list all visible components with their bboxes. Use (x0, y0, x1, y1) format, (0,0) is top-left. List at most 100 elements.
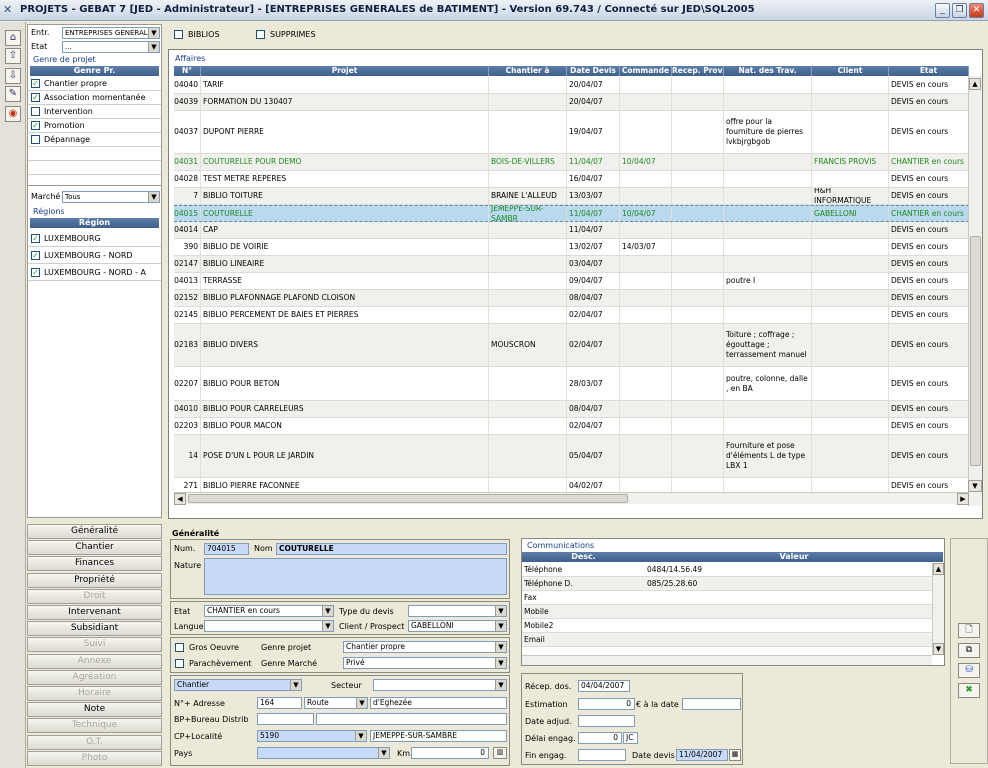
checkbox[interactable] (31, 107, 40, 116)
nature-field[interactable] (204, 558, 507, 595)
column-header[interactable]: N° (174, 66, 201, 76)
vertical-scrollbar[interactable]: ▲ (968, 76, 982, 506)
comms-horizontal-scrollbar[interactable] (522, 655, 932, 665)
nav-button[interactable]: Subsidiant (27, 621, 162, 637)
region-item[interactable]: ✓ LUXEMBOURG (28, 230, 161, 247)
table-row[interactable]: 704039FORMATION DU 130407 20/04/07 DEVIS e… (174, 94, 969, 111)
region-item[interactable]: ✓ LUXEMBOURG - NORD (28, 247, 161, 264)
horizontal-scroll-thumb[interactable] (188, 494, 628, 503)
region-item[interactable]: ✓ LUXEMBOURG - NORD - A (28, 264, 161, 281)
minimize-button[interactable]: _ (935, 3, 950, 18)
checkbox[interactable]: ✓ (31, 121, 40, 130)
table-row[interactable]: 702152BIBLIO PLAFONNAGE PLAFOND CLOISON 0… (174, 290, 969, 307)
table-row[interactable]: 704028TEST METRE REPERES 16/04/07 DEVIS en… (174, 171, 969, 188)
bp-field[interactable] (257, 713, 314, 725)
comm-row[interactable]: Téléphone 0484/14.56.49 (522, 563, 932, 577)
excel-icon[interactable]: ✖ (958, 683, 980, 698)
new-document-icon[interactable]: 🗋 (958, 623, 980, 638)
genre-header[interactable]: Genre Pr. (30, 66, 159, 76)
etat-select[interactable]: ... ▼ (62, 41, 160, 53)
estimation-field[interactable]: 0 (578, 698, 635, 710)
valeur-header[interactable]: Valeur (645, 552, 943, 562)
comm-row[interactable]: Fax (522, 591, 932, 605)
date-devis-field[interactable]: 11/04/2007 (676, 749, 728, 761)
nav-button[interactable]: Généralité (27, 524, 162, 539)
type-devis-select[interactable]: ▼ (408, 605, 507, 617)
title-bar[interactable]: ✕ PROJETS - GEBAT 7 [JED - Administrateu… (0, 0, 988, 21)
checkbox[interactable]: ✓ (31, 251, 40, 260)
column-header[interactable]: Projet (201, 66, 489, 76)
checkbox[interactable]: ✓ (31, 93, 40, 102)
etat-detail-select[interactable]: CHANTIER en cours ▼ (204, 605, 334, 617)
genre-item[interactable]: Intervention (28, 105, 161, 119)
adresse-street-field[interactable]: d'Eghezée (370, 697, 507, 709)
genre-item[interactable]: ✓ Promotion (28, 119, 161, 133)
restore-button[interactable]: ❐ (952, 3, 967, 18)
localite-field[interactable]: JEMEPPE-SUR-SAMBRE (370, 730, 507, 742)
comm-row[interactable]: Mobile2 (522, 619, 932, 633)
comm-row[interactable]: Mobile (522, 605, 932, 619)
desc-header[interactable]: Desc. (522, 552, 645, 562)
checkbox[interactable]: ✓ (31, 79, 40, 88)
genre-projet-select[interactable]: Chantier propre ▼ (343, 641, 507, 653)
table-row[interactable]: 702147BIBLIO LINEAIRE 03/04/07 DEVIS en co… (174, 256, 969, 273)
entr-select[interactable]: ENTREPRISES GENERAL ▼ (62, 27, 160, 39)
table-row[interactable]: 702207BIBLIO POUR BETON 28/03/07 poutre, c… (174, 367, 969, 401)
comm-row[interactable]: Téléphone D. 085/25.28.60 (522, 577, 932, 591)
column-header[interactable]: Etat (889, 66, 969, 76)
close-button[interactable]: ✕ (969, 3, 984, 18)
nav-button[interactable]: Finances (27, 556, 162, 572)
supprimes-checkbox[interactable] (256, 30, 265, 39)
table-row[interactable]: 702145BIBLIO PERCEMENT DE BAIES ET PIERR… (174, 307, 969, 324)
checkbox[interactable]: ✓ (31, 268, 40, 277)
adresse-route-select[interactable]: Route ▼ (304, 697, 368, 709)
table-row[interactable]: 704015COUTURELLEJEMEPPE-SUR-SAMBR11/04/0… (174, 205, 969, 222)
table-row[interactable]: 704031COUTURELLE POUR DEMOBOIS-DE-VILLER… (174, 154, 969, 171)
table-row[interactable]: 390 BIBLIO DE VOIRIE 13/02/07 14/03/07 DEVIS… (174, 239, 969, 256)
edit-icon[interactable]: ✎ (5, 86, 21, 102)
column-header[interactable]: Nat. des Trav. (724, 66, 812, 76)
genre-item[interactable]: ✓ Association momentanée (28, 91, 161, 105)
gros-oeuvre-checkbox[interactable] (175, 643, 184, 652)
comm-row[interactable]: Email (522, 633, 932, 647)
fin-engag-field[interactable] (578, 749, 626, 761)
column-header[interactable]: Commande (620, 66, 672, 76)
column-header[interactable]: Chantier à (489, 66, 567, 76)
genre-item[interactable]: Dépannage (28, 133, 161, 147)
horizontal-scrollbar[interactable]: ◀ ▶ (174, 492, 969, 505)
marche-select[interactable]: Tous ▼ (62, 191, 160, 203)
copy-icon[interactable]: ⧉ (958, 643, 980, 658)
genre-item[interactable]: ✓ Chantier propre (28, 77, 161, 91)
cp-select[interactable]: 5190 ▼ (257, 730, 367, 742)
column-header[interactable]: Recep. Prov. (672, 66, 724, 76)
table-row[interactable]: 704040TARIF 20/04/07 DEVIS en cours (174, 77, 969, 94)
estimation-date-field[interactable] (682, 698, 741, 710)
vertical-scroll-thumb[interactable] (970, 236, 981, 466)
stop-icon[interactable]: ◉ (5, 106, 21, 122)
save-icon[interactable]: ⛁ (958, 663, 980, 678)
up-arrow-icon[interactable]: ⇧ (5, 48, 21, 64)
nav-button[interactable]: Propriété (27, 572, 162, 588)
table-row[interactable]: 704014CAP 11/04/07 DEVIS en cours (174, 222, 969, 239)
table-row[interactable]: 702203BIBLIO POUR MACON 02/04/07 DEVIS en … (174, 418, 969, 435)
km-field[interactable]: 0 (411, 747, 489, 759)
recep-dos-field[interactable]: 04/04/2007 (578, 680, 630, 692)
table-row[interactable]: 704013TERRASSE 09/04/07 poutre I DEVIS en c… (174, 273, 969, 290)
secteur-select[interactable]: ▼ (373, 679, 507, 691)
adresse-number-field[interactable]: 164 (257, 697, 302, 709)
client-select[interactable]: GABELLONI ▼ (408, 620, 507, 632)
biblios-checkbox[interactable] (174, 30, 183, 39)
bureau-field[interactable] (316, 713, 507, 725)
pays-select[interactable]: ▼ (257, 747, 390, 759)
table-row[interactable]: 704010BIBLIO POUR CARRELEURS 08/04/07 DEVI… (174, 401, 969, 418)
num-field[interactable]: 704015 (204, 543, 249, 555)
region-header[interactable]: Région (30, 218, 159, 228)
nom-field[interactable]: COUTURELLE (276, 543, 507, 555)
column-header[interactable]: Client (812, 66, 889, 76)
delai-field[interactable]: 0 (578, 732, 622, 744)
comms-vertical-scrollbar[interactable]: ▲ ▼ (932, 563, 944, 655)
date-adjud-field[interactable] (578, 715, 635, 727)
column-header[interactable]: Date Devis (567, 66, 620, 76)
nav-button[interactable]: Note (27, 702, 162, 718)
nav-button[interactable]: Intervenant (27, 605, 162, 620)
